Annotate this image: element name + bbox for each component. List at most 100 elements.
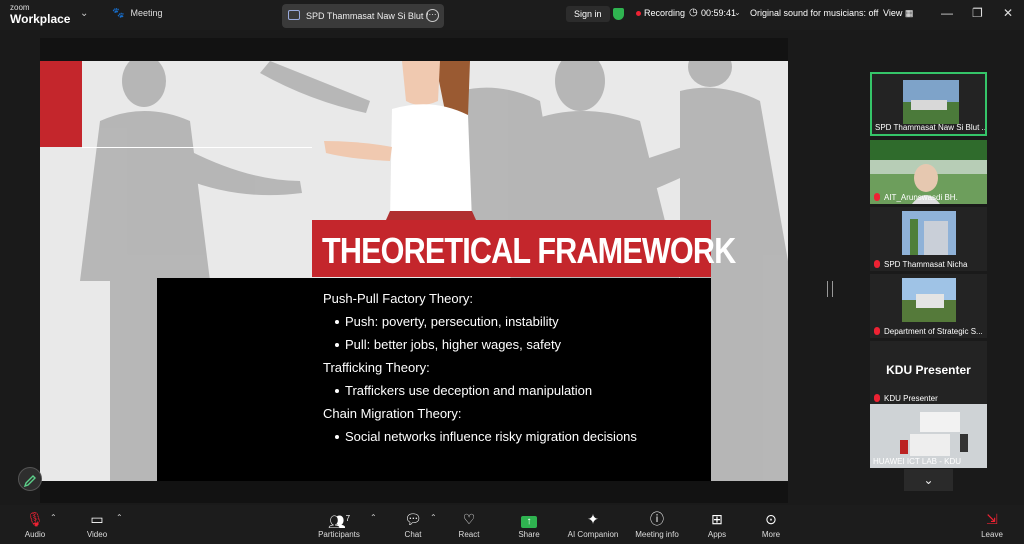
recording-dot-icon bbox=[636, 11, 641, 16]
participant-thumbnail bbox=[903, 80, 959, 124]
minimize-icon[interactable]: — bbox=[941, 6, 953, 20]
slide-bullet-social-networks: Social networks influence risky migratio… bbox=[345, 429, 637, 444]
paw-icon: 🐾 bbox=[112, 8, 125, 19]
chevron-down-icon[interactable]: ⌄ bbox=[734, 8, 741, 17]
participant-name: Department of Strategic S... bbox=[884, 327, 983, 336]
participant-tile[interactable]: HUAWEI ICT LAB - KDU bbox=[870, 404, 987, 468]
pen-icon bbox=[23, 475, 36, 488]
more-button[interactable]: ⊙ More bbox=[758, 510, 784, 539]
meeting-info-button[interactable]: ⓘ Meeting info bbox=[632, 510, 682, 539]
more-icon[interactable]: ··· bbox=[426, 9, 439, 22]
mic-muted-icon bbox=[874, 260, 880, 268]
audio-button[interactable]: 🎙︎ Audio bbox=[22, 510, 48, 539]
apps-label: Apps bbox=[707, 530, 727, 539]
leave-label: Leave bbox=[981, 530, 1003, 539]
participant-name: HUAWEI ICT LAB - KDU bbox=[873, 457, 962, 466]
sparkle-icon: ✦ bbox=[587, 511, 599, 527]
shared-screen: THEORETICAL FRAMEWORK Push-Pull Factory … bbox=[40, 38, 788, 503]
ai-companion-button[interactable]: ✦ AI Companion bbox=[566, 510, 620, 539]
view-icon: ▦ bbox=[904, 8, 914, 18]
slide-title-banner: THEORETICAL FRAMEWORK bbox=[312, 220, 736, 277]
bullet bbox=[335, 343, 339, 347]
original-sound-toggle[interactable]: Original sound for musicians: off bbox=[750, 8, 878, 18]
chevron-up-icon: ⌃ bbox=[370, 513, 377, 522]
participant-tile[interactable]: KDU Presenter KDU Presenter bbox=[870, 341, 987, 405]
presentation-slide: THEORETICAL FRAMEWORK Push-Pull Factory … bbox=[40, 61, 788, 481]
camera-icon: ▭ bbox=[90, 511, 104, 527]
leave-button[interactable]: ⇲ Leave bbox=[978, 510, 1006, 539]
participant-tile[interactable]: AIT_Arunswasdi BH. bbox=[870, 140, 987, 204]
apps-icon: ⊞ bbox=[711, 511, 723, 527]
recording-status[interactable]: Recording bbox=[644, 8, 685, 18]
tab-meeting-label: Meeting bbox=[130, 8, 163, 18]
chevron-down-icon[interactable]: ⌄ bbox=[80, 8, 88, 19]
people-icon: 👥︎7 bbox=[327, 513, 351, 530]
mic-muted-icon bbox=[874, 327, 880, 335]
participant-tile[interactable]: SPD Thammasat Naw Si Blut ... bbox=[870, 72, 987, 136]
participants-button[interactable]: 👥︎7 Participants bbox=[316, 510, 362, 539]
screen-share-icon bbox=[288, 10, 300, 20]
participant-thumbnail bbox=[902, 211, 956, 255]
maximize-icon[interactable]: ❐ bbox=[972, 6, 983, 20]
scroll-down-button[interactable]: ⌄ bbox=[904, 469, 953, 491]
slide-heading-trafficking: Trafficking Theory: bbox=[323, 360, 430, 375]
slide-title: THEORETICAL FRAMEWORK bbox=[322, 230, 736, 271]
view-label: View bbox=[883, 8, 903, 18]
slide-textbox: Push-Pull Factory Theory: Push: poverty,… bbox=[157, 278, 711, 481]
title-bar: zoom Workplace ⌄ 🐾 Meeting SPD Thammasat … bbox=[0, 0, 1024, 30]
mic-muted-icon: 🎙︎ bbox=[26, 511, 44, 527]
slide-bullet-push: Push: poverty, persecution, instability bbox=[345, 314, 559, 329]
clock-icon: ◷ bbox=[689, 7, 698, 18]
more-icon: ⊙ bbox=[765, 511, 777, 527]
bullet bbox=[335, 389, 339, 393]
audio-label: Audio bbox=[24, 530, 46, 539]
participant-name: SPD Thammasat Nicha bbox=[884, 260, 968, 269]
sign-in-button[interactable]: Sign in bbox=[566, 6, 610, 22]
more-label: More bbox=[761, 530, 781, 539]
chat-icon: 💬︎ bbox=[404, 511, 422, 527]
shield-icon[interactable] bbox=[613, 8, 624, 20]
participant-name: SPD Thammasat Naw Si Blut ... bbox=[875, 123, 987, 132]
chevron-up-icon: ⌃ bbox=[50, 513, 57, 522]
participants-count: 7 bbox=[345, 514, 351, 523]
participant-name-label: KDU Presenter bbox=[886, 363, 971, 377]
participant-tile[interactable]: Department of Strategic S... bbox=[870, 274, 987, 338]
brand-big: Workplace bbox=[10, 12, 71, 26]
participant-name: AIT_Arunswasdi BH. bbox=[884, 193, 958, 202]
slide-divider-line bbox=[82, 147, 312, 148]
ai-companion-label: AI Companion bbox=[567, 530, 619, 539]
chevron-up-icon: ⌃ bbox=[430, 513, 437, 522]
share-button[interactable]: ↑ Share bbox=[514, 510, 544, 539]
chevron-up-icon: ⌃ bbox=[116, 513, 123, 522]
slide-heading-chain-migration: Chain Migration Theory: bbox=[323, 406, 462, 421]
participant-tile[interactable]: SPD Thammasat Nicha bbox=[870, 207, 987, 271]
mic-muted-icon bbox=[874, 193, 880, 201]
tab-shared-screen-label: SPD Thammasat Naw Si Blut Moc bbox=[306, 11, 428, 21]
chat-button[interactable]: 💬︎ Chat bbox=[400, 510, 426, 539]
view-button[interactable]: View ▦ bbox=[883, 8, 913, 19]
tab-meeting[interactable]: 🐾 Meeting bbox=[112, 8, 162, 19]
react-button[interactable]: ♡ React bbox=[456, 510, 482, 539]
heart-icon: ♡ bbox=[462, 511, 476, 527]
bullet bbox=[335, 435, 339, 439]
annotate-pen-button[interactable] bbox=[18, 467, 42, 491]
participants-label: Participants bbox=[318, 530, 360, 539]
chat-label: Chat bbox=[404, 530, 422, 539]
mic-muted-icon bbox=[874, 394, 880, 402]
video-button[interactable]: ▭ Video bbox=[84, 510, 110, 539]
slide-heading-push-pull: Push-Pull Factory Theory: bbox=[323, 291, 474, 306]
close-icon[interactable]: ✕ bbox=[1003, 6, 1013, 20]
share-label: Share bbox=[518, 530, 540, 539]
react-label: React bbox=[458, 530, 480, 539]
leave-icon: ⇲ bbox=[986, 511, 998, 527]
slide-red-accent bbox=[40, 61, 82, 147]
panel-resize-handle[interactable] bbox=[827, 281, 833, 297]
video-label: Video bbox=[86, 530, 108, 539]
participant-name: KDU Presenter bbox=[884, 394, 938, 403]
apps-button[interactable]: ⊞ Apps bbox=[704, 510, 730, 539]
tab-shared-screen[interactable]: SPD Thammasat Naw Si Blut Moc ··· bbox=[282, 4, 444, 28]
meeting-timer: 00:59:41 bbox=[701, 8, 737, 18]
app-logo[interactable]: zoom Workplace bbox=[10, 3, 71, 26]
slide-bullet-pull: Pull: better jobs, higher wages, safety bbox=[345, 337, 562, 352]
slide-bullet-traffickers: Traffickers use deception and manipulati… bbox=[345, 383, 593, 398]
